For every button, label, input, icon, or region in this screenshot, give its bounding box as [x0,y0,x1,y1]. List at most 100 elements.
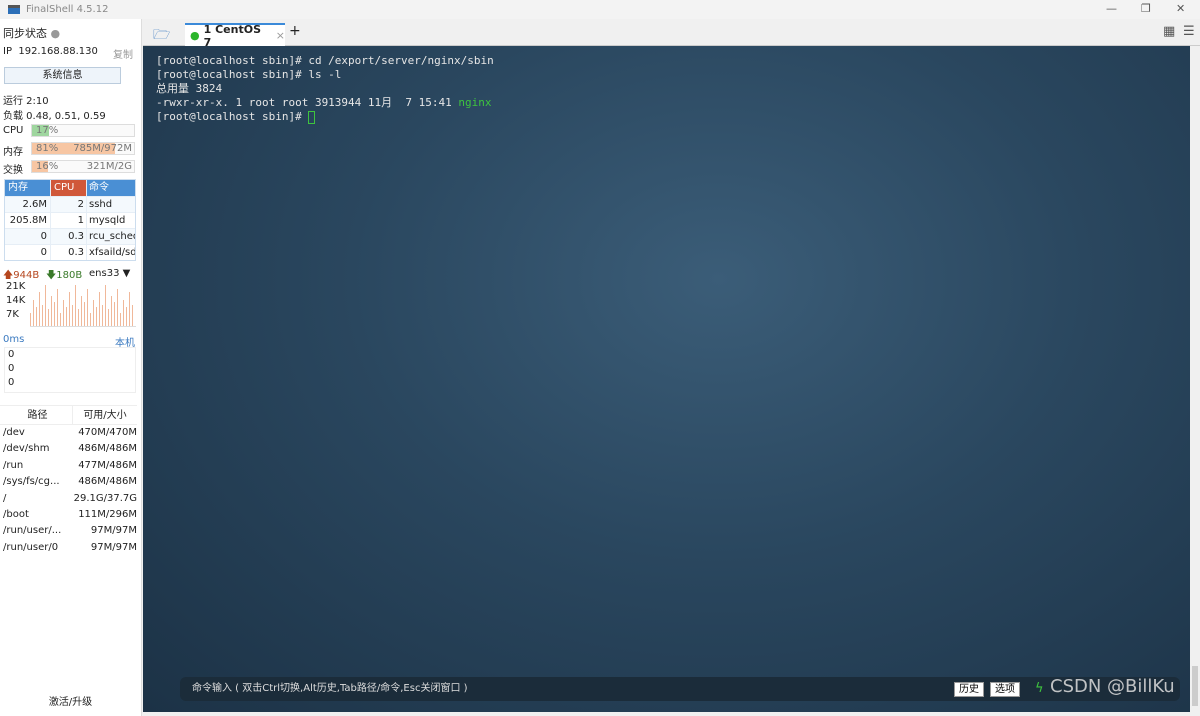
disk-table: 路径 可用/大小 /dev 470M/470M/dev/shm 486M/486M/r… [0,405,137,556]
new-tab-button[interactable]: + [289,23,301,39]
command-header[interactable]: 命令 [86,180,135,196]
net-bar [57,289,58,326]
net-bar [96,306,97,326]
minimize-button[interactable]: — [1106,2,1117,15]
load-average: 负载 0.48, 0.51, 0.59 [3,111,106,122]
terminal-line: [root@localhost sbin]# cd /export/server… [156,54,494,67]
net-bar [60,313,61,326]
net-bar [69,291,70,326]
sync-status: 同步状态 ● [3,27,61,40]
disk-row[interactable]: /run/user/... 97M/97M [0,523,137,539]
cpu-label: CPU [3,125,24,136]
disk-row[interactable]: /run 477M/486M [0,458,137,474]
net-bar [114,302,115,326]
net-bar [105,285,106,326]
ping-chart: 0 0 0 [4,347,136,393]
net-bar [108,308,109,326]
process-table: 内存 CPU 命令 2.6M 2 sshd 205.8M 1 mysqld 0 0.3 rcu_sc… [4,179,136,261]
cpu-bar: 17% [31,124,135,137]
uptime: 运行 2:10 [3,96,49,107]
swap-bar: 16% 321M/2G [31,160,135,173]
terminal[interactable]: [root@localhost sbin]# cd /export/server… [143,46,1190,712]
process-row[interactable]: 00.3xfsaild/sd- [5,244,135,260]
sort-mem-header[interactable]: 内存 [5,180,50,196]
net-bar [132,304,133,326]
net-bar [126,306,127,326]
tab-bar: 🗁 ● 1 CentOS 7 × + ▦ ☰ [143,19,1200,49]
path-header[interactable]: 路径 [0,406,72,424]
net-bar [117,289,118,326]
ip-row: IP 192.168.88.130 [3,46,98,57]
net-bar [123,300,124,326]
net-bar [81,295,82,326]
maximize-button[interactable]: ❐ [1141,2,1151,15]
title-bar: FinalShell 4.5.12 — ❐ ✕ [0,0,1200,19]
sort-cpu-header[interactable]: CPU [50,180,86,196]
net-bar [72,304,73,326]
ping-latency: 0ms [3,334,25,345]
network-chart: 21K 14K 7K [4,281,136,329]
system-info-button[interactable]: 系统信息 [4,67,121,84]
net-bar [51,295,52,326]
status-dot-icon: ● [50,27,61,40]
layout-grid-icon[interactable]: ▦ [1163,24,1175,39]
disk-row[interactable]: /run/user/0 97M/97M [0,540,137,556]
disk-row[interactable]: /sys/fs/cg... 486M/486M [0,474,137,490]
disk-row[interactable]: /boot 111M/296M [0,507,137,523]
terminal-line: 总用量 3824 [156,82,223,95]
terminal-line: [root@localhost sbin]# [156,110,1177,124]
terminal-scrollbar[interactable] [1190,46,1200,712]
net-bar [42,304,43,326]
lightning-icon[interactable]: ϟ [1035,677,1044,701]
net-bar [129,291,130,326]
net-bar [90,313,91,326]
mem-bar: 81% 785M/972M [31,142,135,155]
mem-label: 内存 [3,147,23,158]
net-bar [54,302,55,326]
terminal-line: -rwxr-xr-x. 1 root root 3913944 11月 7 15… [156,96,492,109]
options-button[interactable]: 选项 [990,682,1020,697]
size-header[interactable]: 可用/大小 [72,406,137,424]
disk-row[interactable]: /dev/shm 486M/486M [0,441,137,457]
command-input[interactable]: 命令输入 ( 双击Ctrl切换,Alt历史,Tab路径/命令,Esc关闭窗口 )… [180,676,1180,701]
sidebar: 同步状态 ● IP 192.168.88.130 复制 系统信息 运行 2:10… [0,19,142,716]
folder-icon[interactable]: 🗁 [153,24,170,48]
net-bar [93,300,94,326]
close-button[interactable]: ✕ [1176,2,1185,15]
activate-upgrade-link[interactable]: 激活/升级 [0,693,141,708]
interface-select[interactable]: ens33 ▼ [89,268,130,279]
process-row[interactable]: 205.8M 1 mysqld [5,212,135,228]
swap-label: 交换 [3,165,23,176]
history-button[interactable]: 历史 [954,682,984,697]
terminal-line: [root@localhost sbin]# ls -l [156,68,342,81]
disk-row[interactable]: /dev 470M/470M [0,425,137,441]
net-bar [84,302,85,326]
command-input-placeholder: 命令输入 ( 双击Ctrl切换,Alt历史,Tab路径/命令,Esc关闭窗口 ) [192,683,468,694]
cursor [308,110,316,124]
net-bar [102,304,103,326]
net-bar [36,306,37,326]
net-bar [87,289,88,326]
copy-ip-button[interactable]: 复制 [113,46,133,61]
net-bar [111,295,112,326]
net-bar [30,313,31,326]
net-bar [75,285,76,326]
net-bar [45,285,46,326]
net-bar [120,313,121,326]
app-title: FinalShell 4.5.12 [26,4,109,15]
net-bar [78,308,79,326]
disk-row[interactable]: /29.1G/37.7G [0,491,137,507]
net-bar [66,306,67,326]
menu-icon[interactable]: ☰ [1183,24,1195,39]
watermark: CSDN @BillKu [1050,676,1175,697]
net-tick: 7K [6,309,19,320]
tab-centos-7[interactable]: ● 1 CentOS 7 × [185,23,285,49]
net-bar [39,291,40,326]
net-bar [63,300,64,326]
close-tab-icon[interactable]: × [276,29,285,42]
net-bar [48,308,49,326]
process-row[interactable]: 2.6M 2 sshd [5,196,135,212]
process-row[interactable]: 0 0.3 rcu_sched [5,228,135,244]
net-tick: 14K [6,295,26,306]
net-tick: 21K [6,281,26,292]
